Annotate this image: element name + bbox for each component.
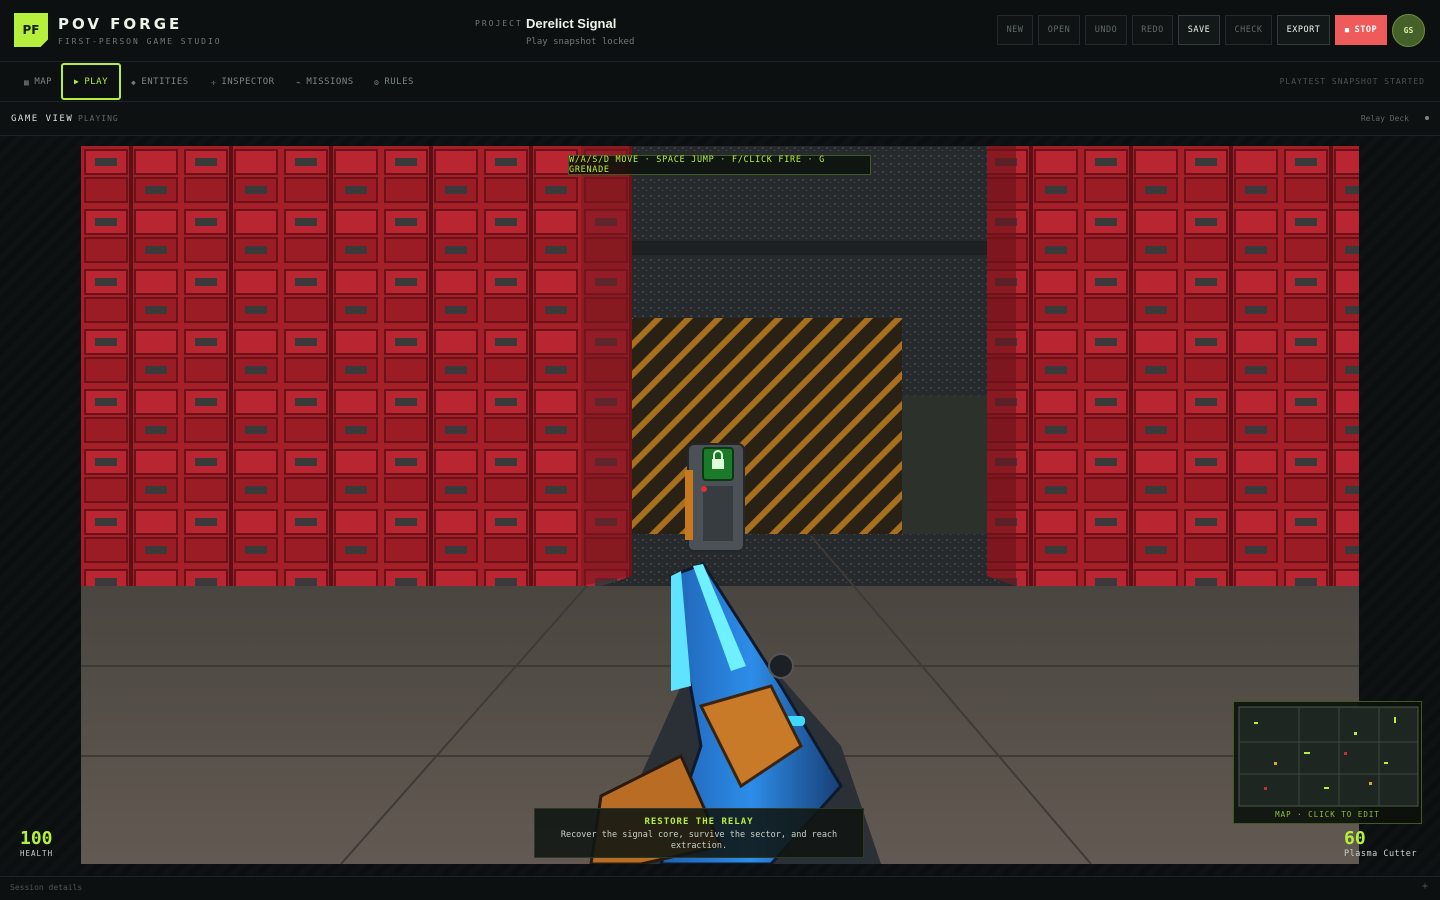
- gear-icon: ⚙: [374, 77, 380, 87]
- route-icon: ⌁: [296, 77, 302, 87]
- game-scene: [81, 146, 1359, 864]
- check-button[interactable]: CHECK: [1225, 15, 1272, 45]
- tab-inspector[interactable]: ✛ INSPECTOR: [211, 73, 275, 91]
- location-label: Relay Deck: [1360, 114, 1409, 123]
- tab-map[interactable]: ▦ MAP: [24, 73, 52, 91]
- export-button[interactable]: EXPORT: [1277, 15, 1330, 45]
- top-bar: PF POV FORGE FIRST-PERSON GAME STUDIO PR…: [0, 0, 1440, 62]
- diamond-icon: ◆: [131, 77, 137, 87]
- crosshair-icon: ✛: [211, 77, 217, 87]
- tab-missions-label: MISSIONS: [306, 77, 354, 87]
- session-details-toggle[interactable]: Session details: [10, 883, 82, 892]
- new-button[interactable]: NEW: [997, 15, 1033, 45]
- undo-button[interactable]: UNDO: [1085, 15, 1127, 45]
- stop-label: STOP: [1354, 25, 1378, 35]
- weapon-name: Plasma Cutter: [1344, 849, 1418, 859]
- minimap-grid: [1238, 706, 1419, 807]
- tab-rules[interactable]: ⚙ RULES: [374, 73, 414, 91]
- tab-entities[interactable]: ◆ ENTITIES: [131, 73, 189, 91]
- mission-title: RESTORE THE RELAY: [644, 817, 754, 827]
- tab-entities-label: ENTITIES: [141, 77, 189, 87]
- open-button[interactable]: OPEN: [1038, 15, 1080, 45]
- app-name: POV FORGE: [58, 15, 183, 33]
- game-viewport[interactable]: [81, 146, 1359, 864]
- tab-rules-label: RULES: [384, 77, 414, 87]
- project-label: PROJECT: [475, 19, 523, 28]
- view-header: GAME VIEW PLAYING Relay Deck: [0, 102, 1440, 136]
- health-value: 100: [20, 828, 53, 849]
- tab-play[interactable]: ▶ PLAY: [61, 63, 121, 100]
- map-icon: ▦: [24, 77, 30, 87]
- stop-button[interactable]: ■ STOP: [1335, 15, 1387, 45]
- bottom-bar: Session details +: [0, 876, 1440, 900]
- health-label: HEALTH: [20, 849, 54, 858]
- mission-description: Recover the signal core, survive the sec…: [560, 830, 838, 851]
- expand-plus-icon[interactable]: +: [1422, 881, 1428, 892]
- minimap-caption: MAP · CLICK TO EDIT: [1275, 810, 1380, 819]
- project-status: Play snapshot locked: [526, 37, 635, 47]
- project-name: Derelict Signal: [526, 16, 617, 31]
- tab-play-label: PLAY: [84, 76, 108, 87]
- minimap[interactable]: MAP · CLICK TO EDIT: [1233, 701, 1422, 824]
- tab-map-label: MAP: [34, 77, 53, 87]
- app-logo: PF: [14, 13, 48, 47]
- view-title: GAME VIEW: [11, 114, 74, 124]
- redo-button[interactable]: REDO: [1132, 15, 1173, 45]
- relay-terminal[interactable]: [685, 443, 745, 552]
- user-avatar[interactable]: GS: [1392, 14, 1425, 47]
- ammo-value: 60: [1344, 828, 1366, 849]
- controls-hint: W/A/S/D MOVE · SPACE JUMP · F/CLICK FIRE…: [568, 155, 871, 175]
- mission-objective: RESTORE THE RELAY Recover the signal cor…: [534, 808, 864, 858]
- play-icon: ▶: [73, 77, 80, 86]
- playtest-status: PLAYTEST SNAPSHOT STARTED: [1279, 77, 1425, 86]
- save-button[interactable]: SAVE: [1178, 15, 1220, 45]
- nav-bar: ▦ MAP ▶ PLAY ◆ ENTITIES ✛ INSPECTOR ⌁ MI…: [0, 62, 1440, 102]
- app-subtitle: FIRST-PERSON GAME STUDIO: [58, 37, 222, 46]
- tab-missions[interactable]: ⌁ MISSIONS: [296, 73, 354, 91]
- tab-inspector-label: INSPECTOR: [221, 77, 275, 87]
- play-state: PLAYING: [78, 114, 119, 123]
- stop-icon: ■: [1344, 26, 1350, 34]
- status-dot-icon: [1425, 116, 1429, 120]
